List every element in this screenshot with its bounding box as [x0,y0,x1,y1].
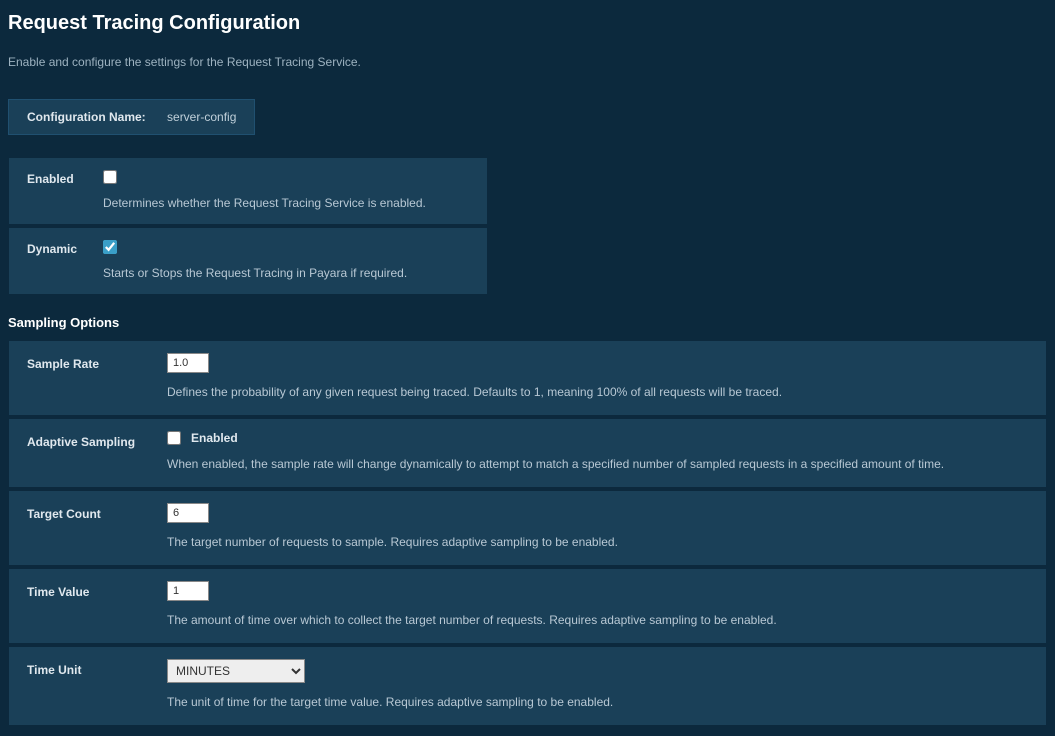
adaptive-sampling-label: Adaptive Sampling [27,431,167,471]
page-subtitle: Enable and configure the settings for th… [8,55,1047,69]
sample-rate-input[interactable] [167,353,209,373]
sample-rate-help: Defines the probability of any given req… [167,385,1028,399]
adaptive-sampling-help: When enabled, the sample rate will chang… [167,457,1028,471]
sampling-section-title: Sampling Options [8,315,1047,330]
target-count-input[interactable] [167,503,209,523]
sample-rate-label: Sample Rate [27,353,167,399]
dynamic-row: Dynamic Starts or Stops the Request Trac… [8,227,488,295]
dynamic-help: Starts or Stops the Request Tracing in P… [103,266,469,280]
time-value-help: The amount of time over which to collect… [167,613,1028,627]
enabled-checkbox[interactable] [103,170,117,184]
config-name-value: server-config [167,110,236,124]
time-value-input[interactable] [167,581,209,601]
settings-block: Enabled Determines whether the Request T… [8,157,488,295]
time-value-row: Time Value The amount of time over which… [8,568,1047,644]
target-count-help: The target number of requests to sample.… [167,535,1028,549]
enabled-row: Enabled Determines whether the Request T… [8,157,488,225]
enabled-label: Enabled [27,170,103,210]
sample-rate-row: Sample Rate Defines the probability of a… [8,340,1047,416]
time-unit-row: Time Unit MINUTES The unit of time for t… [8,646,1047,726]
config-name-box: Configuration Name: server-config [8,99,255,135]
time-unit-help: The unit of time for the target time val… [167,695,1028,709]
adaptive-sampling-checkbox[interactable] [167,431,181,445]
page-title: Request Tracing Configuration [8,12,1047,35]
target-count-row: Target Count The target number of reques… [8,490,1047,566]
time-unit-label: Time Unit [27,659,167,709]
time-value-label: Time Value [27,581,167,627]
target-count-label: Target Count [27,503,167,549]
adaptive-sampling-enabled-label: Enabled [191,431,238,445]
sampling-block: Sample Rate Defines the probability of a… [8,340,1047,726]
enabled-help: Determines whether the Request Tracing S… [103,196,469,210]
time-unit-select[interactable]: MINUTES [167,659,305,683]
adaptive-sampling-row: Adaptive Sampling Enabled When enabled, … [8,418,1047,488]
dynamic-checkbox[interactable] [103,240,117,254]
config-name-label: Configuration Name: [27,110,146,124]
dynamic-label: Dynamic [27,240,103,280]
